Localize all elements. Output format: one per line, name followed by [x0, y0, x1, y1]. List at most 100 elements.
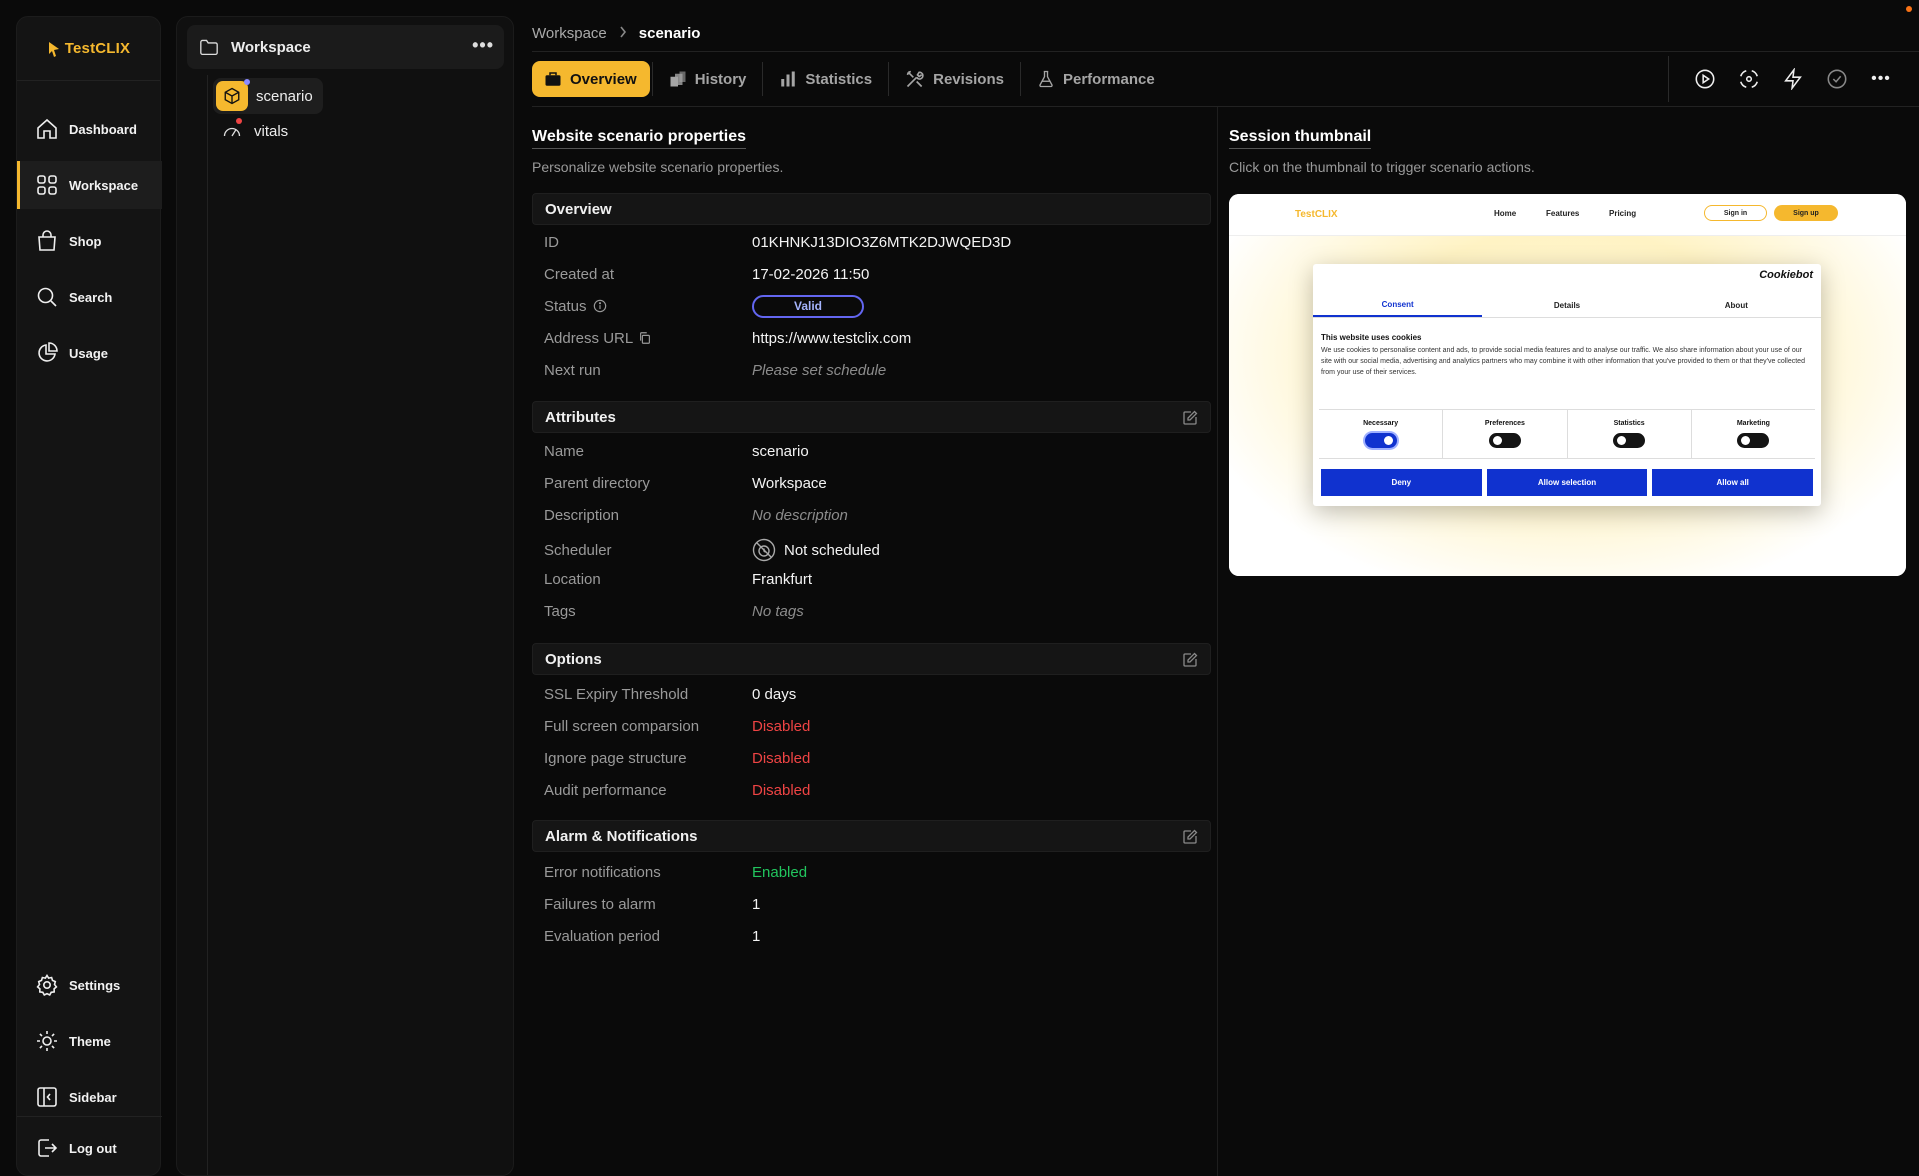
nav-label: Settings [69, 977, 121, 993]
thumbnail-subtitle: Click on the thumbnail to trigger scenar… [1229, 159, 1535, 175]
nav-item-workspace[interactable]: Workspace [17, 161, 162, 209]
nav-label: Dashboard [69, 121, 137, 137]
property-value: 17-02-2026 11:50 [752, 265, 870, 283]
property-label-wrap: Status [544, 298, 752, 315]
nav-item-theme[interactable]: Theme [17, 1017, 162, 1065]
attributes-section-header: Attributes [532, 401, 1211, 433]
tab-revisions[interactable]: Revisions [891, 61, 1018, 97]
section-heading: Options [545, 650, 602, 668]
cookie-toggles: Necessary Preferences Statistics Marketi… [1319, 409, 1815, 459]
nav-item-dashboard[interactable]: Dashboard [17, 105, 162, 153]
property-value: Disabled [752, 781, 811, 799]
info-icon[interactable] [593, 299, 607, 313]
nav-label: Search [69, 289, 113, 305]
main-content: Workspace scenario Overview History Stat… [516, 0, 1919, 1176]
cookie-tab-details: Details [1553, 301, 1581, 310]
breadcrumb-root[interactable]: Workspace [532, 25, 607, 42]
property-row-description: Description No description [544, 504, 1204, 526]
breadcrumb-current: scenario [638, 25, 701, 42]
address-url-link[interactable]: https://www.testclix.com [752, 330, 911, 347]
property-row-name: Name scenario [544, 440, 1204, 462]
more-icon[interactable]: ••• [472, 35, 494, 56]
properties-subtitle: Personalize website scenario properties. [532, 159, 784, 175]
check-circle-icon[interactable] [1815, 61, 1859, 97]
toggle-switch [1488, 433, 1521, 448]
focus-icon[interactable] [1727, 61, 1771, 97]
property-row-evaluation: Evaluation period 1 [544, 925, 1204, 947]
toggle-label: Preferences [1484, 420, 1525, 427]
tab-performance[interactable]: Performance [1023, 61, 1169, 97]
thumbnail-cookie-dialog: Cookiebot Consent Details About This web… [1313, 264, 1821, 506]
logo-cursor-icon [48, 41, 59, 57]
alarm-section-header: Alarm & Notifications [532, 820, 1211, 852]
tab-statistics[interactable]: Statistics [765, 61, 886, 97]
play-icon[interactable] [1683, 61, 1727, 97]
property-value: 1 [752, 895, 761, 913]
tab-label: Performance [1062, 70, 1155, 88]
nav-item-shop[interactable]: Shop [17, 217, 162, 265]
edit-icon[interactable] [1182, 829, 1198, 845]
properties-title: Website scenario properties [532, 128, 746, 149]
tabs-divider [532, 106, 1919, 107]
property-value: scenario [752, 442, 809, 460]
property-value: Enabled [752, 863, 808, 881]
tab-overview[interactable]: Overview [532, 61, 650, 97]
property-label: Audit performance [544, 781, 667, 799]
cube-icon [216, 79, 250, 111]
property-label: Ignore page structure [544, 749, 687, 767]
flask-icon [1039, 70, 1053, 88]
column-divider [1217, 107, 1218, 1176]
action-toolbar: ••• [1668, 56, 1903, 102]
tree-header[interactable]: Workspace ••• [187, 25, 504, 69]
nav-item-search[interactable]: Search [17, 273, 162, 321]
more-icon[interactable]: ••• [1859, 61, 1903, 97]
nav-item-usage[interactable]: Usage [17, 329, 162, 377]
property-row-location: Location Frankfurt [544, 568, 1204, 590]
tab-label: Revisions [933, 70, 1004, 88]
thumbnail-site-nav: TestCLIX Home Features Pricing Sign in S… [1229, 194, 1906, 236]
property-label: ID [544, 233, 559, 251]
nav-item-sidebar[interactable]: Sidebar [17, 1073, 162, 1121]
edit-icon[interactable] [1182, 410, 1198, 426]
breadcrumb: Workspace scenario [532, 25, 700, 42]
toggle-label: Marketing [1736, 420, 1770, 427]
property-label: Error notifications [544, 863, 661, 881]
app-logo[interactable]: TestCLIX [17, 17, 160, 81]
property-row-audit: Audit performance Disabled [544, 779, 1204, 801]
section-heading: Overview [545, 200, 612, 218]
copy-icon[interactable] [638, 331, 652, 345]
nav-item-logout[interactable]: Log out [17, 1124, 162, 1172]
bar-chart-icon [781, 71, 796, 87]
cookie-allow-selection-button: Allow selection [1486, 469, 1648, 496]
session-thumbnail[interactable]: TestCLIX Home Features Pricing Sign in S… [1229, 194, 1906, 576]
tree-item-vitals[interactable]: vitals [222, 118, 289, 142]
property-label: Address URL [544, 329, 634, 347]
tab-label: History [694, 70, 747, 88]
nav-divider [17, 1116, 162, 1117]
notification-dot [1906, 6, 1912, 12]
nav-item-settings[interactable]: Settings [17, 961, 162, 1009]
nav-label: Sidebar [69, 1089, 117, 1105]
thumbnail-link-features: Features [1546, 209, 1580, 218]
no-schedule-icon [752, 538, 776, 562]
thumbnail-title: Session thumbnail [1229, 128, 1372, 149]
main-nav: TestCLIX Dashboard Workspace Shop Search… [16, 16, 162, 1176]
property-label: Created at [544, 265, 615, 283]
bolt-icon[interactable] [1771, 61, 1815, 97]
tab-divider [762, 62, 764, 96]
cookie-allow-all-button: Allow all [1652, 469, 1814, 496]
edit-icon[interactable] [1182, 652, 1198, 668]
logo-text: TestCLIX [64, 40, 131, 57]
property-label: Location [544, 570, 601, 588]
tree-item-scenario[interactable]: scenario [213, 78, 323, 114]
property-label-wrap: Address URL [544, 330, 752, 347]
property-value: Disabled [752, 717, 811, 735]
toggle-label: Statistics [1613, 420, 1645, 427]
cookie-toggle-necessary: Necessary [1319, 410, 1444, 458]
header-divider [532, 51, 1919, 52]
cookie-tabs: Consent Details About [1313, 294, 1821, 318]
folder-icon [200, 39, 218, 56]
tab-history[interactable]: History [655, 61, 761, 97]
tree-item-label: vitals [254, 122, 289, 140]
property-row-error-notifications: Error notifications Enabled [544, 861, 1204, 883]
